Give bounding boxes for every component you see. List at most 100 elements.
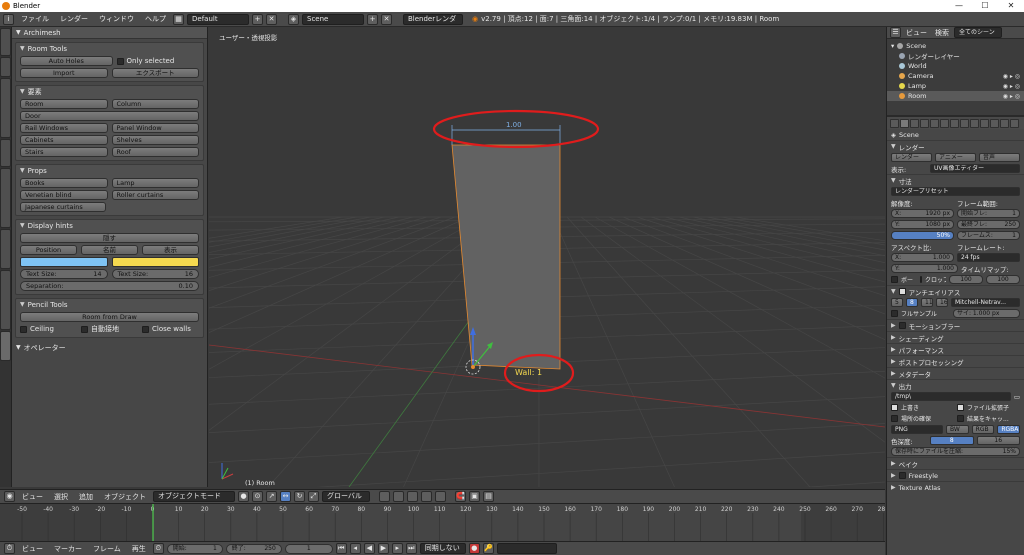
- timeline-menu-view[interactable]: ビュー: [18, 544, 47, 554]
- metadata-section-header[interactable]: ▶ メタデータ: [887, 367, 1024, 379]
- next-keyframe-icon[interactable]: ▸: [391, 543, 403, 554]
- play-reverse-icon[interactable]: ◀: [363, 543, 375, 554]
- full-sample-checkbox[interactable]: フルサンプル: [891, 309, 950, 318]
- color-depth-16-button[interactable]: 16: [976, 436, 1020, 445]
- dimensions-section-header[interactable]: ▼ 寸法: [887, 174, 1024, 186]
- hint-color-2-swatch[interactable]: [111, 257, 199, 267]
- aa-samples-5[interactable]: 5: [891, 298, 903, 307]
- render-tab-icon[interactable]: [900, 118, 909, 128]
- overwrite-checkbox[interactable]: 上書き: [891, 403, 954, 412]
- manipulator-toggle-icon[interactable]: ↗: [266, 491, 277, 502]
- translate-manipulator-icon[interactable]: ↔: [280, 491, 291, 502]
- outliner-item-scene[interactable]: ▾ Scene: [887, 41, 1024, 51]
- layer-button-icon[interactable]: [435, 491, 446, 502]
- timeline-menu-marker[interactable]: マーカー: [50, 544, 86, 554]
- color-bw-button[interactable]: BW: [946, 425, 969, 434]
- start-frame-field[interactable]: 開始: 1: [166, 543, 223, 554]
- scene-field[interactable]: Scene: [302, 13, 364, 25]
- color-rgb-button[interactable]: RGB: [971, 425, 995, 434]
- outliner-menu-view[interactable]: ビュー: [903, 28, 930, 38]
- layer-button-icon[interactable]: [421, 491, 432, 502]
- text-size-1-field[interactable]: Text Size: 14: [20, 269, 108, 279]
- door-button[interactable]: Door: [20, 111, 199, 121]
- color-depth-8-button[interactable]: 8: [930, 436, 974, 445]
- world-tab-icon[interactable]: [930, 118, 939, 128]
- outliner-item-render-layers[interactable]: レンダーレイヤー: [887, 51, 1024, 61]
- frame-end-field[interactable]: 最終フレ: 250: [957, 220, 1020, 229]
- roller-curtains-button[interactable]: Roller curtains: [111, 190, 199, 200]
- editor-type-properties-icon[interactable]: [890, 118, 899, 128]
- editor-type-3d-icon[interactable]: ◉: [4, 491, 15, 502]
- play-icon[interactable]: ▶: [377, 543, 389, 554]
- auto-join-checkbox[interactable]: 自動接地: [81, 324, 138, 334]
- remove-scene-icon[interactable]: ✕: [381, 13, 392, 25]
- compression-field[interactable]: 保存時にファイルを圧縮: 15%: [891, 447, 1020, 456]
- tab-physics[interactable]: [0, 168, 11, 228]
- render-animation-button[interactable]: アニメー: [935, 153, 976, 162]
- display-hints-title[interactable]: ▼ Display hints: [16, 220, 203, 231]
- aa-samples-16[interactable]: 16: [936, 298, 948, 307]
- data-tab-icon[interactable]: [970, 118, 979, 128]
- panel-window-button[interactable]: Panel Window: [111, 123, 199, 133]
- frame-start-field[interactable]: 開始フレ: 1: [957, 209, 1020, 218]
- 3d-viewport[interactable]: ユーザー・透視投影 1.00 Wall: 1 (1) Room: [209, 27, 885, 487]
- rail-windows-button[interactable]: Rail Windows: [20, 123, 108, 133]
- lamp-button[interactable]: Lamp: [111, 178, 199, 188]
- timeline[interactable]: -50-40-30-20-100102030405060708090100110…: [0, 503, 885, 541]
- layer-button-icon[interactable]: [379, 491, 390, 502]
- time-remap-old-field[interactable]: 100: [949, 275, 983, 284]
- record-icon[interactable]: ●: [468, 543, 480, 554]
- editor-type-outliner-icon[interactable]: ☰: [890, 27, 901, 38]
- outliner-menu-search[interactable]: 検索: [932, 28, 952, 38]
- visibility-eye-icon[interactable]: ◉ ▸ ◎: [1003, 83, 1020, 90]
- antialiasing-section-header[interactable]: ▼ アンチエイリアス: [887, 285, 1024, 297]
- motion-blur-section-header[interactable]: ▶ モーションブラー: [887, 319, 1024, 331]
- only-selected-checkbox[interactable]: Only selected: [116, 57, 200, 65]
- cabinets-button[interactable]: Cabinets: [20, 135, 108, 145]
- output-section-header[interactable]: ▼ 出力: [887, 379, 1024, 391]
- scale-manipulator-icon[interactable]: ⤢: [308, 491, 319, 502]
- japanese-curtains-button[interactable]: Japanese curtains: [20, 202, 106, 212]
- shading-section-header[interactable]: ▶ シェーディング: [887, 331, 1024, 343]
- roof-button[interactable]: Roof: [111, 147, 199, 157]
- crop-checkbox[interactable]: クロップ: [920, 275, 946, 284]
- menu-view[interactable]: ビュー: [18, 492, 47, 502]
- transform-orientation-select[interactable]: グローバル: [322, 491, 370, 502]
- shading-mode-icon[interactable]: ●: [238, 491, 249, 502]
- aa-filter-select[interactable]: Mitchell-Netrav...: [951, 298, 1020, 307]
- resolution-y-field[interactable]: Y: 1080 px: [891, 220, 954, 229]
- render-button[interactable]: レンダー: [891, 153, 932, 162]
- performance-section-header[interactable]: ▶ パフォーマンス: [887, 343, 1024, 355]
- column-button[interactable]: Column: [111, 99, 199, 109]
- add-screen-icon[interactable]: +: [252, 13, 263, 25]
- aspect-x-field[interactable]: X: 1.000: [891, 253, 954, 262]
- freestyle-checkbox[interactable]: [898, 472, 906, 479]
- post-processing-section-header[interactable]: ▶ ポストプロセッシング: [887, 355, 1024, 367]
- color-rgba-button[interactable]: RGBA: [997, 425, 1021, 434]
- aa-samples-11[interactable]: 11: [921, 298, 933, 307]
- file-extensions-checkbox[interactable]: ファイル拡張子: [957, 403, 1020, 412]
- tab-tools[interactable]: [0, 28, 11, 56]
- render-layers-tab-icon[interactable]: [910, 118, 919, 128]
- stairs-button[interactable]: Stairs: [20, 147, 108, 157]
- books-button[interactable]: Books: [20, 178, 108, 188]
- separation-field[interactable]: Separation: 0.10: [20, 281, 199, 291]
- frame-step-field[interactable]: フレームス: 1: [957, 231, 1020, 240]
- outliner-item-camera[interactable]: Camera ◉ ▸ ◎: [887, 71, 1024, 81]
- ceiling-checkbox[interactable]: Ceiling: [20, 325, 77, 333]
- tab-archimesh[interactable]: [0, 331, 11, 361]
- hide-button[interactable]: 隠す: [20, 233, 199, 243]
- menu-object[interactable]: オブジェクト: [100, 492, 150, 502]
- elements-title[interactable]: ▼ 要素: [16, 86, 203, 97]
- hint-color-1-swatch[interactable]: [20, 257, 108, 267]
- aa-samples-8[interactable]: 8: [906, 298, 918, 307]
- snap-element-icon[interactable]: ▣: [469, 491, 480, 502]
- preview-range-icon[interactable]: ⏲: [152, 543, 164, 554]
- resolution-x-field[interactable]: X: 1920 px: [891, 209, 954, 218]
- texture-tab-icon[interactable]: [990, 118, 999, 128]
- outliner-item-lamp[interactable]: Lamp ◉ ▸ ◎: [887, 81, 1024, 91]
- scene-tab-icon[interactable]: [920, 118, 929, 128]
- freestyle-section-header[interactable]: ▶ Freestyle: [887, 469, 1024, 481]
- folder-icon[interactable]: ▭: [1014, 393, 1020, 401]
- render-engine-select[interactable]: Blenderレンダー: [403, 13, 463, 32]
